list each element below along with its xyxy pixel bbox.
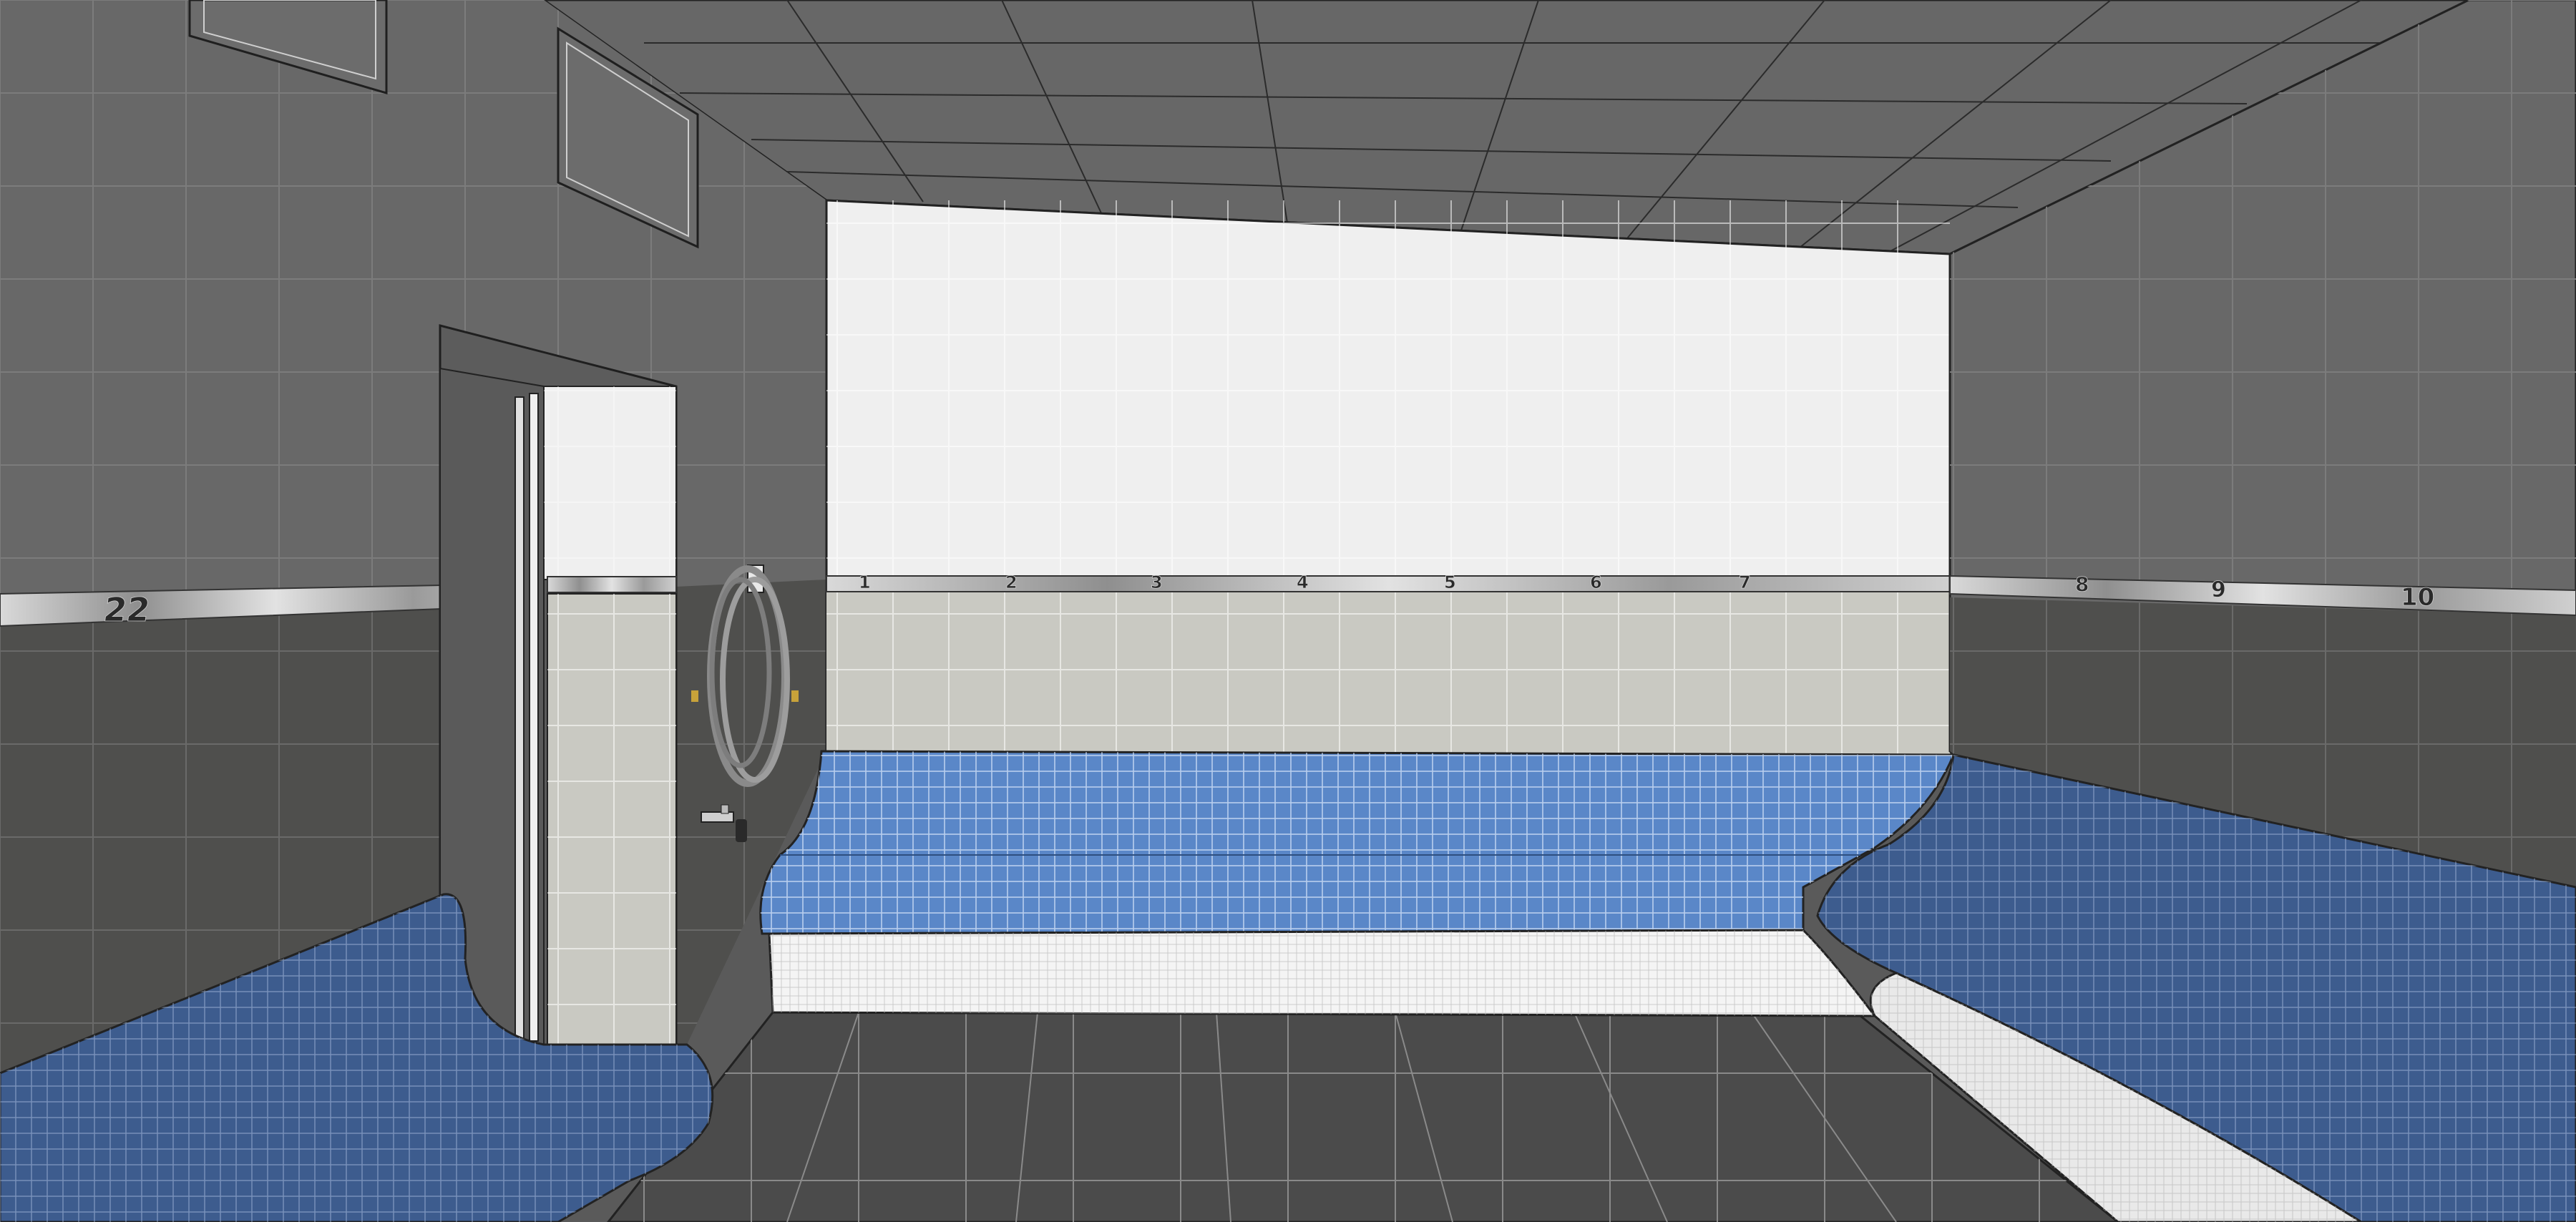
seat-number: 22: [101, 590, 152, 629]
doorway: [439, 324, 678, 1046]
back-wall: [825, 199, 1951, 755]
back-bench: [759, 750, 1956, 1017]
steam-room-render: 22 1 2 3 4 5 6 7 8 9 10: [0, 0, 2576, 1222]
seat-number: 8: [2075, 572, 2089, 596]
seat-number: 10: [2401, 583, 2434, 612]
seat-number: 4: [1297, 572, 1309, 592]
seat-number: 7: [1739, 572, 1751, 592]
seat-number: 3: [1151, 572, 1163, 592]
seat-number: 1: [859, 572, 871, 592]
seat-number: 6: [1590, 572, 1602, 592]
seat-number: 2: [1005, 572, 1018, 592]
seat-number: 9: [2211, 577, 2226, 602]
floor: [607, 1011, 2120, 1222]
seat-number: 5: [1444, 572, 1456, 592]
